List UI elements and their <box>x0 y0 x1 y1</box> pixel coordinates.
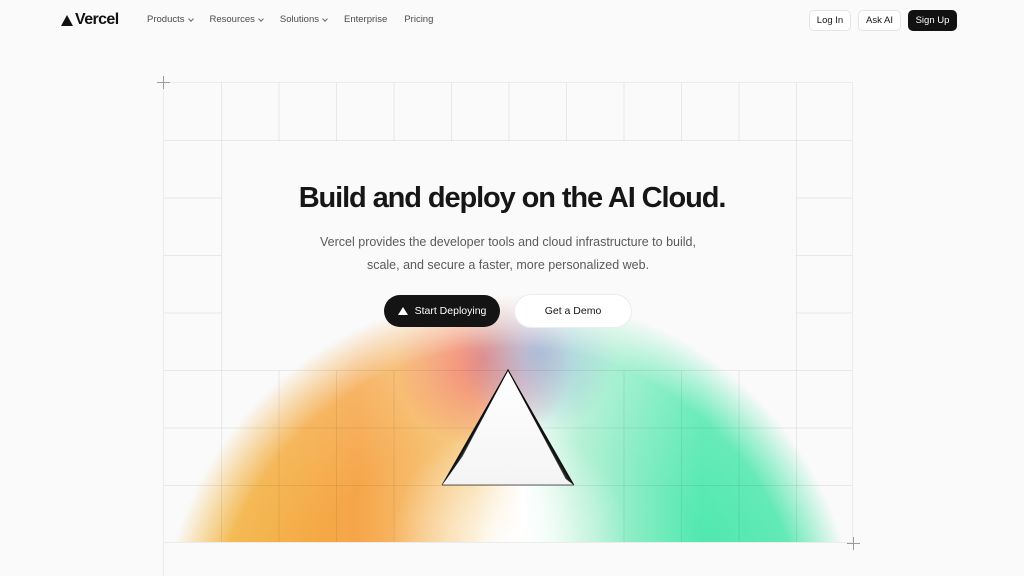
logo-text: Vercel <box>75 11 119 28</box>
chevron-down-icon <box>322 16 328 22</box>
frame-divider <box>163 543 164 576</box>
ask-ai-button[interactable]: Ask AI <box>858 10 901 31</box>
nav-item-pricing[interactable]: Pricing <box>404 14 433 26</box>
top-navigation: Vercel Products Resources Solutions Ente… <box>0 0 1024 40</box>
vercel-triangle-icon <box>397 307 408 315</box>
nav-item-label: Resources <box>209 14 255 25</box>
vercel-logo[interactable]: Vercel <box>61 11 119 29</box>
nav-item-label: Products <box>147 14 185 25</box>
chevron-down-icon <box>258 16 264 22</box>
hero-title: Build and deploy on the AI Cloud. <box>298 182 727 214</box>
login-button[interactable]: Log In <box>809 10 851 31</box>
start-deploying-label: Start Deploying <box>414 305 487 317</box>
chevron-down-icon <box>187 16 194 22</box>
prism-illustration <box>441 369 575 486</box>
start-deploying-button[interactable]: Start Deploying <box>384 295 500 327</box>
vercel-triangle-icon <box>61 15 73 26</box>
hero-subtitle: Vercel provides the developer tools and … <box>320 235 696 272</box>
corner-plus-icon <box>157 76 170 89</box>
nav-item-label: Pricing <box>404 14 434 25</box>
nav-item-label: Solutions <box>279 14 320 25</box>
nav-item-resources[interactable]: Resources <box>209 14 264 26</box>
corner-plus-icon <box>847 537 860 550</box>
get-demo-button[interactable]: Get a Demo <box>515 295 631 327</box>
nav-item-enterprise[interactable]: Enterprise <box>344 14 387 26</box>
signup-button[interactable]: Sign Up <box>908 10 957 31</box>
nav-item-products[interactable]: Products <box>147 14 194 26</box>
nav-item-label: Enterprise <box>344 14 388 25</box>
main-nav: Products Resources Solutions Enterprise … <box>147 14 450 26</box>
nav-item-solutions[interactable]: Solutions <box>279 14 328 26</box>
